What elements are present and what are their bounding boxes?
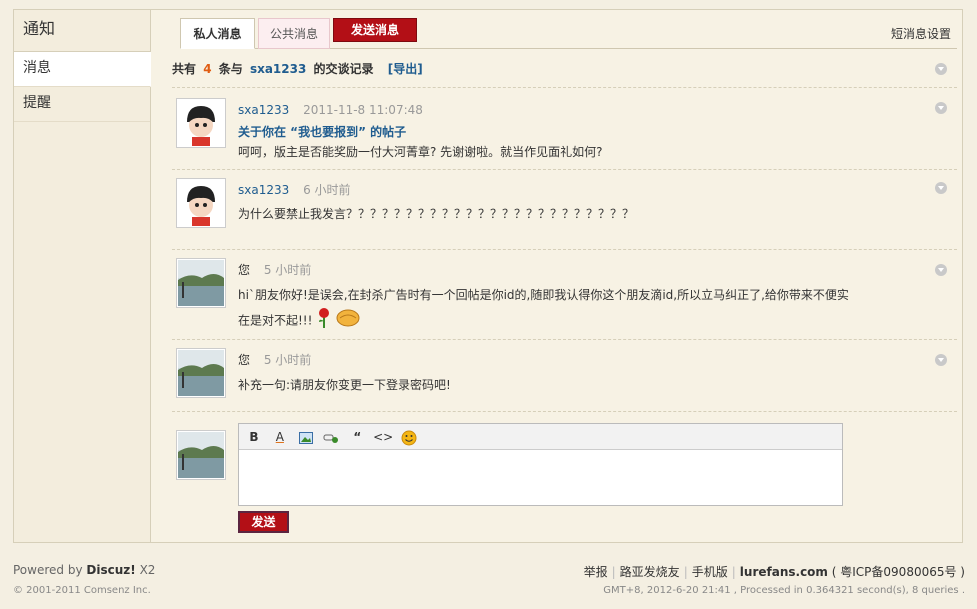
message-text: 为什么要禁止我发言？？？？？？？？？？？？？？？？？？？？？？？？ <box>238 207 635 221</box>
main-content: 私人消息 公共消息 发送消息 短消息设置 共有 4 条与 sxa1233 的交谈… <box>164 10 964 542</box>
message-text: 补充一句:请朋友你变更一下登录密码吧! <box>238 378 451 392</box>
quote-icon[interactable]: “ <box>346 426 368 448</box>
cartoon-avatar-icon <box>178 180 224 226</box>
message-body: 您 5 小时前 补充一句:请朋友你变更一下登录密码吧! <box>238 340 927 395</box>
sidebar-title: 通知 <box>14 10 150 52</box>
version-label: X2 <box>139 563 156 577</box>
divider: | <box>731 565 736 579</box>
bold-icon[interactable]: B <box>243 426 265 448</box>
my-avatar <box>176 430 226 480</box>
message-body: sxa1233 2011-11-8 11:07:48 关于你在 “我也要报到” … <box>238 90 927 162</box>
copyright: © 2001-2011 Comsenz Inc. <box>13 585 151 596</box>
message-text: hi`朋友你好!是误会,在封杀广告时有一个回帖是你id的,随即我认得你这个朋友滴… <box>238 288 849 302</box>
collapse-icon[interactable] <box>935 354 947 366</box>
reply-editor: B A “ <> <box>238 423 843 506</box>
message-time: 5 小时前 <box>263 353 312 367</box>
message-body: sxa1233 6 小时前 为什么要禁止我发言？？？？？？？？？？？？？？？？？… <box>238 170 927 224</box>
site-link[interactable]: lurefans.com <box>740 565 828 579</box>
smiley-icon[interactable] <box>398 426 420 448</box>
message-header: 您 5 小时前 <box>238 262 927 278</box>
message-header: 您 5 小时前 <box>238 352 927 368</box>
avatar[interactable] <box>176 98 226 148</box>
landscape-avatar-icon <box>178 350 224 396</box>
avatar[interactable] <box>176 258 226 308</box>
forum-link[interactable]: 路亚发烧友 <box>620 565 680 579</box>
mobile-link[interactable]: 手机版 <box>692 565 728 579</box>
landscape-avatar-icon <box>178 260 224 306</box>
message-item: 您 5 小时前 hi`朋友你好!是误会,在封杀广告时有一个回帖是你id的,随即我… <box>172 250 957 340</box>
message-time: 6 小时前 <box>303 183 351 197</box>
message-subject[interactable]: 关于你在 “我也要报到” 的帖子 <box>238 123 927 140</box>
export-link[interactable]: [导出] <box>388 62 423 76</box>
page-frame: 通知 消息 提醒 私人消息 公共消息 发送消息 短消息设置 共有 4 条与 sx… <box>13 9 963 543</box>
icp-link[interactable]: ( 粤ICP备09080065号 ) <box>832 565 965 579</box>
powered-by: Powered by Discuz! X2 <box>13 563 155 577</box>
rose-icon <box>316 307 332 335</box>
message-user[interactable]: sxa1233 <box>238 183 289 197</box>
send-message-button[interactable]: 发送消息 <box>333 18 417 42</box>
message-user: 您 <box>238 263 251 277</box>
collapse-icon[interactable] <box>935 63 947 75</box>
footer-info: GMT+8, 2012-6-20 21:41 , Processed in 0.… <box>603 585 965 596</box>
sidebar: 通知 消息 提醒 <box>14 10 151 542</box>
message-text-continued: 在是对不起!!! <box>238 307 927 335</box>
code-icon[interactable]: <> <box>372 426 394 448</box>
conversation-summary: 共有 4 条与 sxa1233 的交谈记录 [导出] <box>172 60 957 88</box>
tab-public-messages[interactable]: 公共消息 <box>258 18 330 49</box>
summary-suffix: 的交谈记录 <box>313 62 374 76</box>
link-icon[interactable] <box>320 426 342 448</box>
sidebar-item-reminders[interactable]: 提醒 <box>14 87 150 122</box>
message-count: 4 <box>203 62 212 76</box>
send-button[interactable]: 发送 <box>238 511 289 533</box>
collapse-icon[interactable] <box>935 264 947 276</box>
conversation-user[interactable]: sxa1233 <box>250 62 306 76</box>
tab-bar: 私人消息 公共消息 发送消息 短消息设置 <box>180 17 957 49</box>
message-time: 2011-11-8 11:07:48 <box>303 103 423 117</box>
footer-links: 举报 | 路亚发烧友 | 手机版 | lurefans.com ( 粤ICP备0908006… <box>584 563 965 580</box>
avatar[interactable] <box>176 178 226 228</box>
summary-prefix: 共有 <box>172 62 197 76</box>
message-item: sxa1233 2011-11-8 11:07:48 关于你在 “我也要报到” … <box>172 90 957 170</box>
tab-private-messages[interactable]: 私人消息 <box>180 18 255 49</box>
message-text-line: 在是对不起!!! <box>238 313 313 328</box>
divider: | <box>611 565 616 579</box>
reply-textarea[interactable] <box>239 450 842 505</box>
message-item: 您 5 小时前 补充一句:请朋友你变更一下登录密码吧! <box>172 340 957 412</box>
message-user: 您 <box>238 353 251 367</box>
landscape-avatar-icon <box>178 432 224 478</box>
handshake-icon <box>336 308 360 334</box>
report-link[interactable]: 举报 <box>584 565 608 579</box>
message-header: sxa1233 6 小时前 <box>238 182 927 198</box>
discuz-link[interactable]: Discuz! <box>86 563 135 577</box>
summary-middle: 条与 <box>218 62 243 76</box>
avatar[interactable] <box>176 348 226 398</box>
image-icon[interactable] <box>295 426 317 448</box>
divider: | <box>683 565 688 579</box>
message-body: 您 5 小时前 hi`朋友你好!是误会,在封杀广告时有一个回帖是你id的,随即我… <box>238 250 927 335</box>
cartoon-avatar-icon <box>178 100 224 146</box>
message-header: sxa1233 2011-11-8 11:07:48 <box>238 102 927 118</box>
collapse-icon[interactable] <box>935 182 947 194</box>
editor-toolbar: B A “ <> <box>239 424 842 450</box>
collapse-icon[interactable] <box>935 102 947 114</box>
message-settings-link[interactable]: 短消息设置 <box>891 25 951 42</box>
font-color-icon[interactable]: A <box>269 426 291 448</box>
sidebar-item-messages[interactable]: 消息 <box>14 52 151 87</box>
message-time: 5 小时前 <box>263 263 312 277</box>
message-user[interactable]: sxa1233 <box>238 103 289 117</box>
powered-label: Powered by <box>13 563 83 577</box>
message-item: sxa1233 6 小时前 为什么要禁止我发言？？？？？？？？？？？？？？？？？… <box>172 170 957 250</box>
message-text: 呵呵，版主是否能奖励一付大河菁章? 先谢谢啦。就当作见面礼如何? <box>238 145 603 159</box>
